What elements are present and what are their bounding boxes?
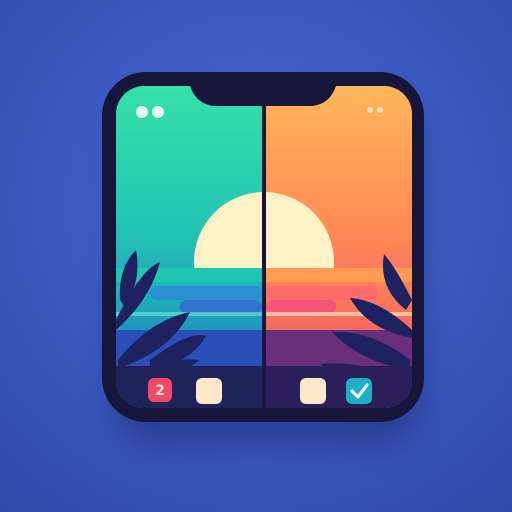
notch (190, 86, 336, 106)
dot-right-2 (377, 107, 383, 113)
badge-label: 2 (155, 383, 165, 399)
dot-right-1 (367, 107, 373, 113)
app-icon: 2 (102, 72, 424, 422)
square-button-left[interactable] (196, 378, 222, 404)
dot-left-1 (136, 106, 148, 118)
split-divider (262, 86, 266, 408)
check-button[interactable] (346, 378, 372, 404)
square-button-right[interactable] (300, 378, 326, 404)
dot-left-2 (152, 106, 164, 118)
